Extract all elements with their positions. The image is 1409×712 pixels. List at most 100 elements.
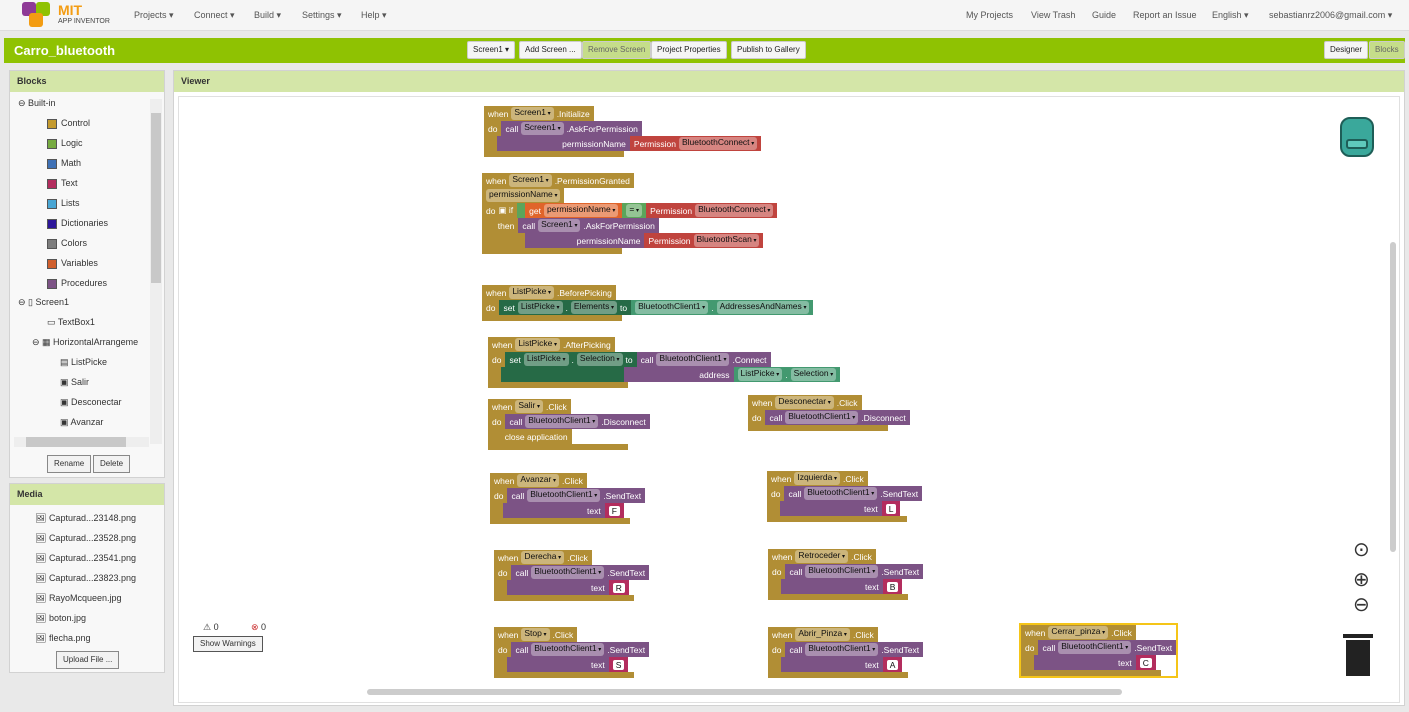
event-block[interactable]: whenSalir.ClickdocallBluetoothClient1.Di…	[488, 399, 650, 450]
event-block[interactable]: whenCerrar_pinza.ClickdocallBluetoothCli…	[1018, 623, 1179, 678]
publish-gallery-button[interactable]: Publish to Gallery	[731, 41, 806, 59]
block-event[interactable]	[768, 657, 781, 672]
block-proc[interactable]: callBluetoothClient1.SendText	[507, 488, 646, 503]
media-file[interactable]: 🖼 Capturad...23528.png	[35, 533, 136, 544]
component-avanzar[interactable]: ▣ Avanzar	[60, 417, 103, 428]
recenter-icon[interactable]: ⊙	[1353, 537, 1370, 562]
block-event[interactable]: whenListPicke.BeforePicking	[482, 285, 616, 300]
block-event[interactable]: whenDerecha.Click	[494, 550, 592, 565]
block-dropdown[interactable]: Salir	[515, 400, 544, 413]
app-inventor-logo[interactable]: MIT APP INVENTOR	[22, 2, 112, 28]
upload-file-button[interactable]: Upload File ...	[56, 651, 120, 669]
link-view-trash[interactable]: View Trash	[1031, 10, 1075, 20]
errors-indicator[interactable]: ⊗ 0	[251, 622, 266, 633]
block-event[interactable]: do	[768, 564, 786, 579]
block-proc[interactable]: callBluetoothClient1.Disconnect	[505, 414, 650, 429]
block-event[interactable]: whenRetroceder.Click	[768, 549, 876, 564]
block-event[interactable]: whenScreen1.PermissionGranted	[482, 173, 634, 188]
block-dropdown[interactable]: Selection	[790, 368, 837, 381]
block-text[interactable]: R	[608, 580, 629, 595]
block-dropdown[interactable]: BluetoothClient1	[785, 411, 859, 424]
block-event[interactable]	[488, 367, 501, 382]
block-proc[interactable]: callScreen1.AskForPermission	[518, 218, 659, 233]
block-dropdown[interactable]: Abrir_Pinza	[795, 628, 850, 641]
link-guide[interactable]: Guide	[1092, 10, 1116, 20]
block-dropdown[interactable]: Cerrar_pinza	[1048, 626, 1109, 639]
builtin-node[interactable]: ⊖ Built-in	[18, 98, 56, 109]
block-perm[interactable]: Permission BluetoothConnect	[629, 136, 762, 151]
text-literal[interactable]: C	[1139, 657, 1152, 668]
media-file[interactable]: 🖼 Capturad...23823.png	[35, 573, 136, 584]
media-file[interactable]: 🖼 RayoMcqueen.jpg	[35, 593, 121, 604]
block-dropdown[interactable]: Screen1	[509, 174, 552, 187]
block-text[interactable]: F	[604, 503, 624, 518]
menu-settings[interactable]: Settings ▾	[302, 10, 342, 21]
block-proc[interactable]: callBluetoothClient1.SendText	[785, 564, 924, 579]
component-horizontalarrangeme[interactable]: ⊖ ▦ HorizontalArrangeme	[32, 337, 138, 348]
block-dropdown[interactable]: permissionName	[543, 204, 619, 217]
block-dropdown[interactable]: ListPicke	[523, 353, 569, 366]
block-event[interactable]: whenListPicke.AfterPicking	[488, 337, 615, 352]
workspace-hscrollbar[interactable]	[367, 689, 1122, 695]
link-my-projects[interactable]: My Projects	[966, 10, 1013, 20]
menu-projects[interactable]: Projects ▾	[134, 10, 174, 21]
block-event[interactable]: do ▣ if	[482, 203, 518, 218]
block-proc[interactable]: callBluetoothClient1.SendText	[511, 565, 650, 580]
block-proc[interactable]: text	[502, 503, 605, 518]
event-block[interactable]: whenRetroceder.ClickdocallBluetoothClien…	[768, 549, 924, 600]
builtin-math[interactable]: Math	[47, 158, 81, 169]
block-set[interactable]	[500, 367, 625, 382]
block-dropdown[interactable]: ListPicke	[737, 368, 783, 381]
block-proc[interactable]: callBluetoothClient1.Connect	[636, 352, 771, 367]
block-text[interactable]: A	[882, 657, 903, 672]
block-dropdown[interactable]: Screen1	[538, 219, 581, 232]
block-event[interactable]: do	[482, 300, 500, 315]
project-properties-button[interactable]: Project Properties	[651, 41, 727, 59]
block-proc[interactable]: text	[1033, 655, 1136, 670]
event-block[interactable]: whenDesconectar.ClickdocallBluetoothClie…	[748, 395, 910, 431]
block-event[interactable]: close application	[500, 429, 572, 444]
block-event[interactable]: do	[1021, 640, 1039, 655]
block-dropdown[interactable]: BluetoothClient1	[805, 643, 879, 656]
text-literal[interactable]: F	[608, 505, 620, 516]
block-event[interactable]: whenDesconectar.Click	[748, 395, 862, 410]
builtin-logic[interactable]: Logic	[47, 138, 83, 149]
block-dropdown[interactable]: ListPicke	[517, 301, 563, 314]
block-comp[interactable]: ListPicke.Selection	[733, 367, 841, 382]
component-screen1[interactable]: ⊖ ▯ Screen1	[18, 297, 69, 308]
block-proc[interactable]: callBluetoothClient1.SendText	[785, 642, 924, 657]
builtin-dictionaries[interactable]: Dictionaries	[47, 218, 108, 229]
workspace-vscrollbar[interactable]	[1390, 242, 1396, 552]
block-logic[interactable]: =	[622, 203, 647, 218]
zoom-out-icon[interactable]: ⊖	[1353, 592, 1370, 617]
block-dropdown[interactable]: Derecha	[521, 551, 565, 564]
rename-button[interactable]: Rename	[47, 455, 92, 473]
text-literal[interactable]: B	[886, 581, 899, 592]
block-event[interactable]: whenIzquierda.Click	[767, 471, 868, 486]
block-event[interactable]: whenStop.Click	[494, 627, 578, 642]
show-warnings-button[interactable]: Show Warnings	[193, 636, 263, 652]
blocks-workspace[interactable]: ⊙ ⊕ ⊖ ⚠ 0 ⊗ 0 Show Warnings whenScreen1.…	[178, 96, 1400, 703]
block-event[interactable]: whenAvanzar.Click	[490, 473, 587, 488]
event-block[interactable]: whenScreen1.InitializedocallScreen1.AskF…	[484, 106, 762, 157]
block-event[interactable]: do	[748, 410, 766, 425]
warnings-indicator[interactable]: ⚠ 0	[203, 622, 219, 633]
block-dropdown[interactable]: BluetoothConnect	[695, 204, 774, 217]
block-event[interactable]	[768, 579, 781, 594]
block-text[interactable]: C	[1135, 655, 1156, 670]
block-proc[interactable]: callBluetoothClient1.SendText	[784, 486, 923, 501]
event-block[interactable]: whenStop.ClickdocallBluetoothClient1.Sen…	[494, 627, 650, 678]
block-dropdown[interactable]: Retroceder	[795, 550, 849, 563]
component-listpicke[interactable]: ▤ ListPicke	[60, 357, 107, 368]
language-menu[interactable]: English ▾	[1212, 10, 1249, 21]
component-salir[interactable]: ▣ Salir	[60, 377, 89, 388]
block-event[interactable]: whenSalir.Click	[488, 399, 571, 414]
block-text[interactable]: S	[608, 657, 629, 672]
block-event[interactable]	[494, 580, 507, 595]
block-event[interactable]: then	[482, 218, 519, 233]
trash-icon[interactable]	[1343, 634, 1373, 676]
tree-scrollbar[interactable]	[150, 99, 162, 444]
event-block[interactable]: whenIzquierda.ClickdocallBluetoothClient…	[767, 471, 923, 522]
block-dropdown[interactable]: ListPicke	[509, 286, 555, 299]
block-dropdown[interactable]: Selection	[576, 353, 623, 366]
